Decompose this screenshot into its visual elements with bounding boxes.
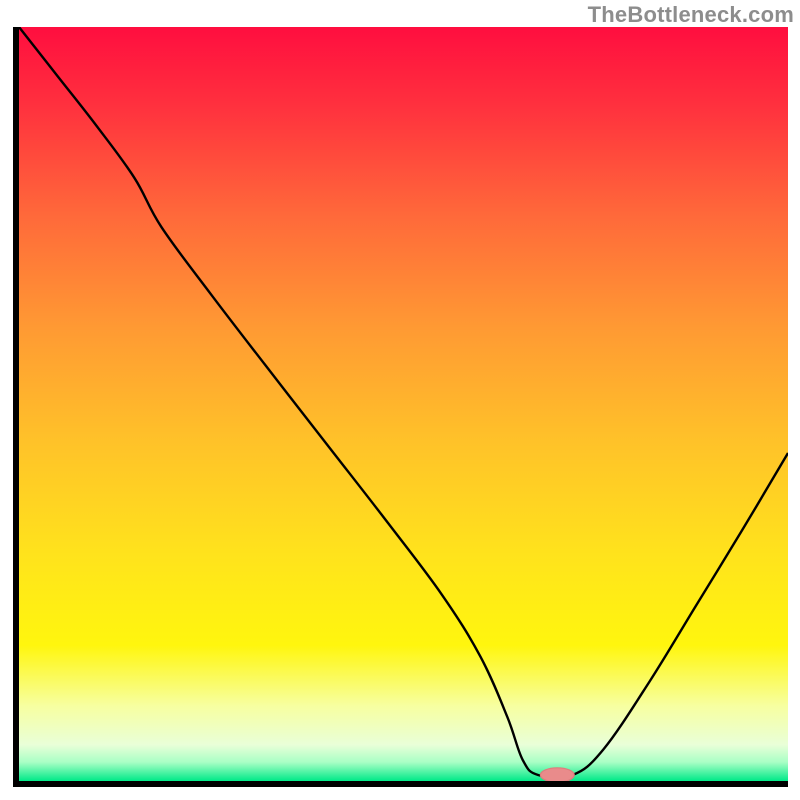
plot-background bbox=[19, 27, 788, 781]
watermark-text: TheBottleneck.com bbox=[588, 2, 794, 28]
chart-container: TheBottleneck.com bbox=[0, 0, 800, 800]
optimal-marker bbox=[540, 768, 574, 782]
bottleneck-chart bbox=[0, 0, 800, 800]
